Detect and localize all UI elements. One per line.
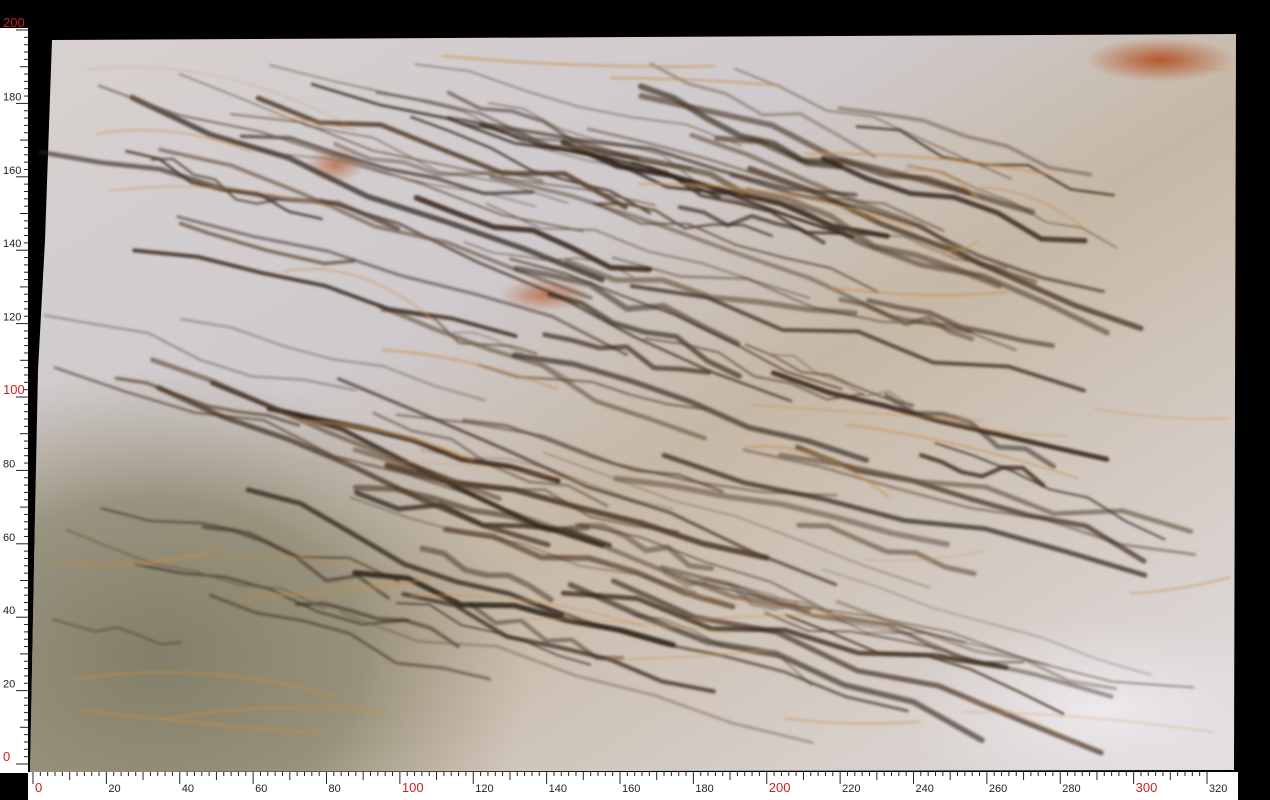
slab-photo-canvas: 0 20 40 60 80 100 120 140 160 180 200 0 20 40 60 80 100… (0, 15, 1238, 800)
marble-slab (30, 34, 1236, 772)
x-tick-label: 200 (769, 780, 791, 795)
x-tick-label: 100 (402, 780, 424, 795)
x-tick-label: 320 (1209, 783, 1227, 795)
y-tick-label: 40 (3, 605, 15, 617)
horizontal-ruler: 0 20 40 60 80 100 120 140 160 180 200 220 240 260 280 3… (28, 772, 1238, 800)
x-tick-label: 80 (329, 783, 341, 795)
x-tick-label: 20 (108, 783, 120, 795)
y-tick-label: 180 (3, 91, 21, 103)
x-tick-label: 40 (182, 783, 194, 795)
y-tick-label: 120 (3, 312, 21, 324)
x-tick-label: 140 (549, 783, 567, 795)
y-tick-label: 60 (3, 532, 15, 544)
x-tick-label: 60 (255, 783, 267, 795)
rust-patch (1085, 38, 1235, 82)
x-tick-label: 180 (695, 783, 713, 795)
x-tick-label: 280 (1062, 783, 1080, 795)
y-tick-label: 0 (3, 749, 10, 764)
x-tick-label: 300 (1136, 780, 1158, 795)
x-tick-label: 240 (916, 783, 934, 795)
slab-viewer: 0 20 40 60 80 100 120 140 160 180 200 0 20 40 60 80 100… (0, 0, 1270, 800)
x-tick-label: 220 (842, 783, 860, 795)
y-tick-label: 160 (3, 165, 21, 177)
x-tick-label: 260 (989, 783, 1007, 795)
x-tick-label: 160 (622, 783, 640, 795)
y-tick-label: 20 (3, 679, 15, 691)
x-tick-label: 0 (35, 780, 42, 795)
vertical-ruler: 0 20 40 60 80 100 120 140 160 180 200 (0, 15, 28, 773)
y-tick-label: 100 (3, 382, 25, 397)
x-tick-label: 120 (475, 783, 493, 795)
y-tick-label: 200 (3, 15, 25, 30)
y-tick-label: 80 (3, 458, 15, 470)
y-tick-label: 140 (3, 238, 21, 250)
